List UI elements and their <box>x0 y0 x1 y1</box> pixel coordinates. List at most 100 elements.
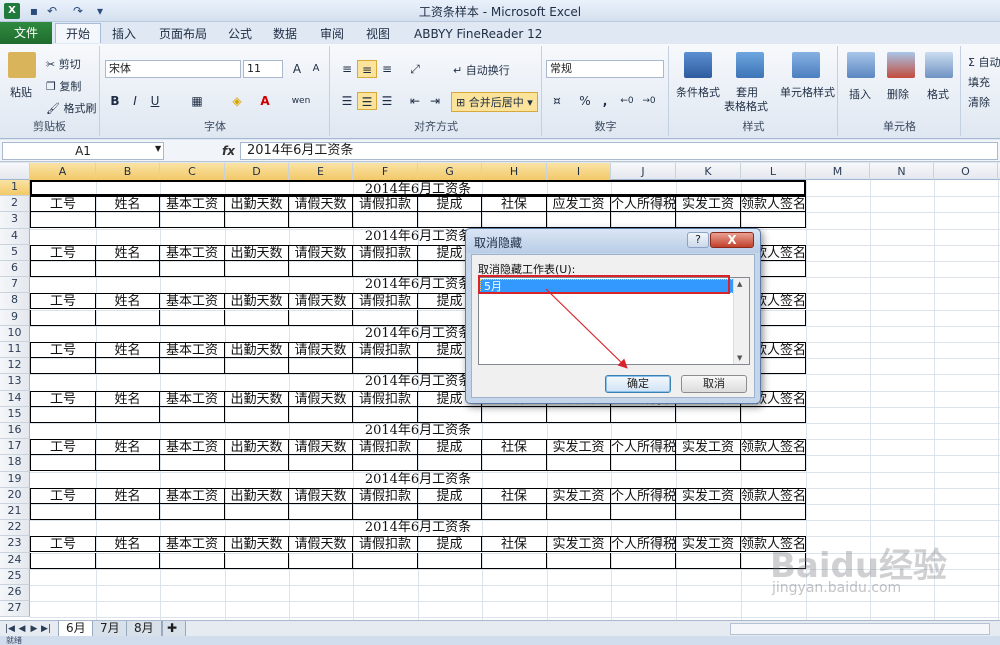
data-cell[interactable] <box>30 455 96 472</box>
data-cell[interactable] <box>160 358 225 375</box>
row-header[interactable]: 3 <box>0 212 30 229</box>
align-center-icon[interactable]: ☰ <box>357 92 377 110</box>
data-cell[interactable] <box>160 212 225 229</box>
grow-font-icon[interactable]: A <box>287 60 307 78</box>
scroll-down-icon[interactable]: ▼ <box>737 354 742 362</box>
header-cell[interactable]: 姓名 <box>96 390 160 407</box>
conditional-format-icon[interactable] <box>684 52 712 78</box>
header-cell[interactable]: 工号 <box>30 342 96 358</box>
bold-button[interactable]: B <box>105 92 125 110</box>
tab-formulas[interactable]: 公式 <box>218 24 262 44</box>
header-cell[interactable]: 请假扣款 <box>353 390 418 407</box>
data-cell[interactable] <box>289 261 353 277</box>
data-cell[interactable] <box>160 261 225 277</box>
data-cell[interactable] <box>676 504 741 520</box>
header-cell[interactable]: 提成 <box>418 487 482 504</box>
comma-button[interactable]: , <box>595 92 615 110</box>
data-cell[interactable] <box>289 552 353 569</box>
data-cell[interactable] <box>225 504 289 520</box>
data-cell[interactable] <box>741 504 806 520</box>
column-header[interactable]: D <box>225 163 289 180</box>
data-cell[interactable] <box>225 455 289 472</box>
shrink-font-icon[interactable]: A <box>306 60 326 78</box>
data-cell[interactable] <box>482 552 547 569</box>
data-cell[interactable] <box>289 406 353 423</box>
data-cell[interactable] <box>96 212 160 229</box>
prev-sheet-icon[interactable]: ◀ <box>16 622 28 636</box>
column-header[interactable]: E <box>289 163 353 180</box>
column-header[interactable]: G <box>418 163 482 180</box>
data-cell[interactable] <box>225 358 289 375</box>
font-color-icon[interactable]: A <box>255 92 275 110</box>
header-cell[interactable]: 领款人签名 <box>741 487 806 504</box>
percent-button[interactable]: % <box>575 92 595 110</box>
header-cell[interactable]: 实发工资 <box>547 487 611 504</box>
insert-cells-button[interactable]: 插入 <box>849 86 871 102</box>
row-header[interactable]: 20 <box>0 487 30 504</box>
delete-cells-icon[interactable] <box>887 52 915 78</box>
tab-page-layout[interactable]: 页面布局 <box>149 24 217 44</box>
header-cell[interactable]: 基本工资 <box>160 196 225 213</box>
header-cell[interactable]: 请假天数 <box>289 439 353 456</box>
header-cell[interactable]: 工号 <box>30 487 96 504</box>
row-header[interactable]: 11 <box>0 342 30 359</box>
header-cell[interactable]: 工号 <box>30 390 96 407</box>
number-format-combo[interactable]: 常规 <box>546 60 664 78</box>
header-cell[interactable]: 实发工资 <box>676 536 741 553</box>
row-header[interactable]: 1 <box>0 180 30 197</box>
sheet-title-cell[interactable]: 2014年6月工资条 <box>30 180 806 197</box>
header-cell[interactable]: 工号 <box>30 244 96 261</box>
column-header[interactable]: O <box>934 163 998 180</box>
insert-sheet-icon[interactable]: ✚ <box>162 621 186 637</box>
data-cell[interactable] <box>96 455 160 472</box>
cut-button[interactable]: ✂ 剪切 <box>46 56 81 72</box>
header-cell[interactable]: 领款人签名 <box>741 439 806 456</box>
data-cell[interactable] <box>741 455 806 472</box>
autosum-button[interactable]: Σ 自动 <box>968 54 1000 70</box>
data-cell[interactable] <box>30 358 96 375</box>
header-cell[interactable]: 请假天数 <box>289 342 353 358</box>
data-cell[interactable] <box>30 504 96 520</box>
first-sheet-icon[interactable]: |◀ <box>4 622 16 636</box>
tab-data[interactable]: 数据 <box>263 24 307 44</box>
italic-button[interactable]: I <box>125 92 145 110</box>
data-cell[interactable] <box>611 212 676 229</box>
header-cell[interactable]: 姓名 <box>96 342 160 358</box>
tab-abbyy[interactable]: ABBYY FineReader 12 <box>404 24 552 44</box>
data-cell[interactable] <box>741 212 806 229</box>
next-sheet-icon[interactable]: ▶ <box>28 622 40 636</box>
tab-file[interactable]: 文件 <box>0 22 52 44</box>
header-cell[interactable]: 社保 <box>482 439 547 456</box>
format-painter-button[interactable]: 🖌 格式刷 <box>46 100 96 116</box>
data-cell[interactable] <box>225 261 289 277</box>
header-cell[interactable]: 姓名 <box>96 439 160 456</box>
header-cell[interactable]: 姓名 <box>96 196 160 213</box>
sheet-title-cell[interactable]: 2014年6月工资条 <box>30 472 806 488</box>
column-header[interactable]: C <box>160 163 225 180</box>
row-header[interactable]: 16 <box>0 423 30 440</box>
header-cell[interactable]: 姓名 <box>96 244 160 261</box>
tab-view[interactable]: 视图 <box>356 24 400 44</box>
increase-decimal-icon[interactable]: ←0 <box>617 92 637 110</box>
clear-button[interactable]: 清除 <box>968 94 990 110</box>
header-cell[interactable]: 应发工资 <box>547 196 611 213</box>
sheet-tab-8[interactable]: 8月 <box>126 621 162 637</box>
last-sheet-icon[interactable]: ▶| <box>40 622 52 636</box>
cancel-button[interactable]: 取消 <box>681 375 747 393</box>
header-cell[interactable]: 提成 <box>418 196 482 213</box>
merge-center-button[interactable]: ⊞ 合并后居中 ▾ <box>451 92 538 112</box>
column-header[interactable]: K <box>676 163 741 180</box>
data-cell[interactable] <box>225 309 289 326</box>
font-size-combo[interactable]: 11 <box>243 60 283 78</box>
column-header[interactable]: J <box>611 163 676 180</box>
header-cell[interactable]: 领款人签名 <box>741 196 806 213</box>
data-cell[interactable] <box>289 504 353 520</box>
header-cell[interactable]: 工号 <box>30 293 96 310</box>
align-top-icon[interactable]: ≡ <box>337 60 357 78</box>
sheet-title-cell[interactable]: 2014年6月工资条 <box>30 423 806 439</box>
table-format-icon[interactable] <box>736 52 764 78</box>
header-cell[interactable]: 基本工资 <box>160 342 225 358</box>
data-cell[interactable] <box>160 552 225 569</box>
data-cell[interactable] <box>482 212 547 229</box>
row-header[interactable]: 9 <box>0 309 30 326</box>
